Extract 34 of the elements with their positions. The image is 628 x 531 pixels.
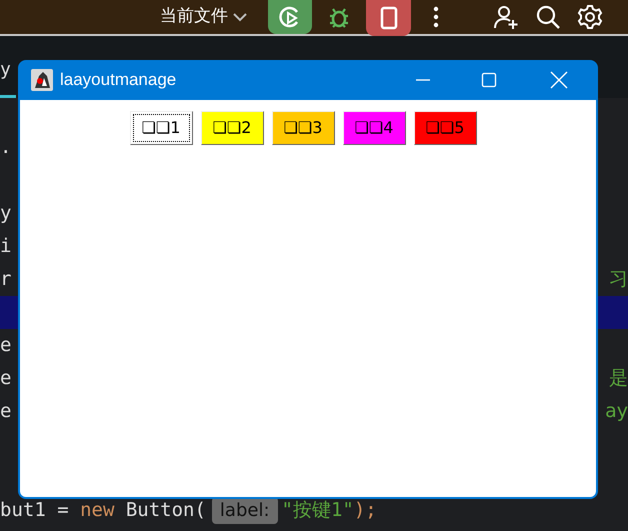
close-icon [550,71,568,89]
code-text: y [0,201,12,226]
window-title: laayoutmanage [60,69,176,92]
code-comment: ay [605,399,628,424]
code-text: ); [354,498,377,524]
color-button[interactable]: ❏❏5 [414,111,476,145]
code-text: . [0,135,12,160]
editor-tab[interactable]: y [0,56,11,83]
stop-icon[interactable] [366,0,411,36]
code-keyword: new [80,498,114,524]
more-icon[interactable] [433,6,439,28]
caret-icon [232,12,248,22]
color-button[interactable]: ❏❏3 [272,111,334,145]
code-text: Button( [124,498,206,524]
code-comment: 习 [609,267,628,292]
code-text: i [0,234,12,260]
settings-icon[interactable] [577,4,603,30]
search-icon[interactable] [535,4,561,30]
color-button[interactable]: ❏❏2 [200,111,264,145]
code-text: e [0,366,12,392]
app-icon [30,68,54,92]
code-text: but1 = [0,498,70,524]
code-text: e [0,399,12,424]
run-config-dropdown[interactable]: 当前文件 [160,4,248,30]
maximize-icon [481,72,497,88]
run-icon[interactable] [268,0,312,34]
minimize-icon [415,79,431,81]
code-comment: 是 [609,366,628,392]
parameter-hint: label: [212,497,278,524]
code-text: r [0,267,12,292]
color-button[interactable]: ❏❏1 [130,111,192,145]
color-button[interactable]: ❏❏4 [342,111,406,145]
code-text: e [0,333,12,358]
code-string: "按键1" [282,498,354,524]
